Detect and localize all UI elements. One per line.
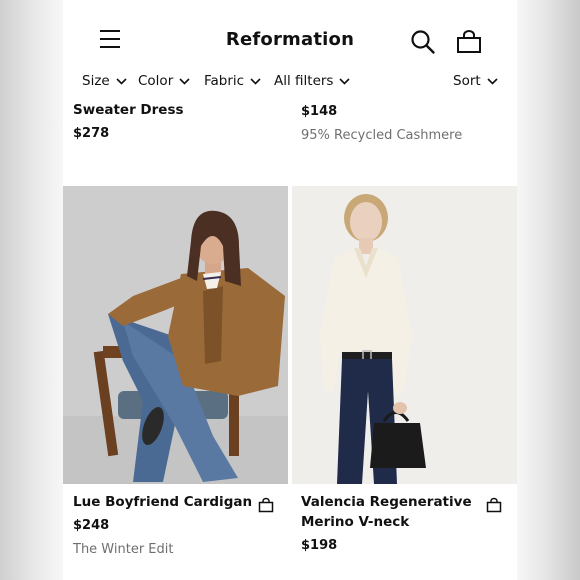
shopping-bag-icon[interactable] xyxy=(456,30,482,54)
search-icon[interactable] xyxy=(410,29,436,55)
product-name-line1[interactable]: Valencia Regenerative xyxy=(301,492,501,512)
product-price: $248 xyxy=(73,518,110,533)
chevron-down-icon xyxy=(250,77,261,85)
product-tag: The Winter Edit xyxy=(73,542,174,557)
product-name[interactable]: Lue Boyfriend Cardigan xyxy=(73,492,283,512)
chevron-down-icon xyxy=(179,77,190,85)
all-filters-label: All filters xyxy=(274,73,334,89)
product-card-valencia[interactable]: Valencia Regenerative Merino V-neck $198 xyxy=(301,492,501,553)
fabric-filter[interactable]: Fabric xyxy=(204,73,261,89)
all-filters-button[interactable]: All filters xyxy=(274,73,351,89)
product-price: $198 xyxy=(301,538,338,553)
sort-label: Sort xyxy=(453,73,481,89)
add-to-bag-icon[interactable] xyxy=(258,497,274,513)
sort-dropdown[interactable]: Sort xyxy=(453,73,498,89)
size-filter-label: Size xyxy=(82,73,110,89)
product-price: $148 xyxy=(301,104,338,119)
cardigan-photo xyxy=(63,186,288,484)
top-product-row: Sweater Dress $278 $148 95% Recycled Cas… xyxy=(63,92,517,182)
chevron-down-icon xyxy=(116,77,127,85)
size-filter[interactable]: Size xyxy=(82,73,127,89)
brand-logo[interactable]: Reformation xyxy=(63,29,517,50)
color-filter[interactable]: Color xyxy=(138,73,190,89)
filter-bar: Size Color Fabric All filters Sort xyxy=(63,73,517,93)
product-card-cashmere[interactable]: $148 95% Recycled Cashmere xyxy=(301,104,462,143)
color-filter-label: Color xyxy=(138,73,174,89)
product-tag: 95% Recycled Cashmere xyxy=(301,128,463,143)
product-name[interactable]: Sweater Dress xyxy=(73,100,184,120)
valencia-photo xyxy=(292,186,517,484)
chevron-down-icon xyxy=(339,77,351,85)
product-price: $278 xyxy=(73,126,110,141)
product-card-lue-cardigan[interactable]: Lue Boyfriend Cardigan $248 The Winter E… xyxy=(73,492,283,557)
product-image-cardigan[interactable] xyxy=(63,186,288,484)
add-to-bag-icon[interactable] xyxy=(486,497,502,513)
product-card-sweater-dress[interactable]: Sweater Dress $278 xyxy=(73,100,184,141)
product-name-line2[interactable]: Merino V-neck xyxy=(301,512,501,532)
header: Reformation Size Color Fabric All filter… xyxy=(63,0,517,100)
fabric-filter-label: Fabric xyxy=(204,73,245,89)
chevron-down-icon xyxy=(487,77,498,85)
product-image-valencia[interactable] xyxy=(292,186,517,484)
product-grid-screen: Sweater Dress $278 $148 95% Recycled Cas… xyxy=(63,0,517,580)
